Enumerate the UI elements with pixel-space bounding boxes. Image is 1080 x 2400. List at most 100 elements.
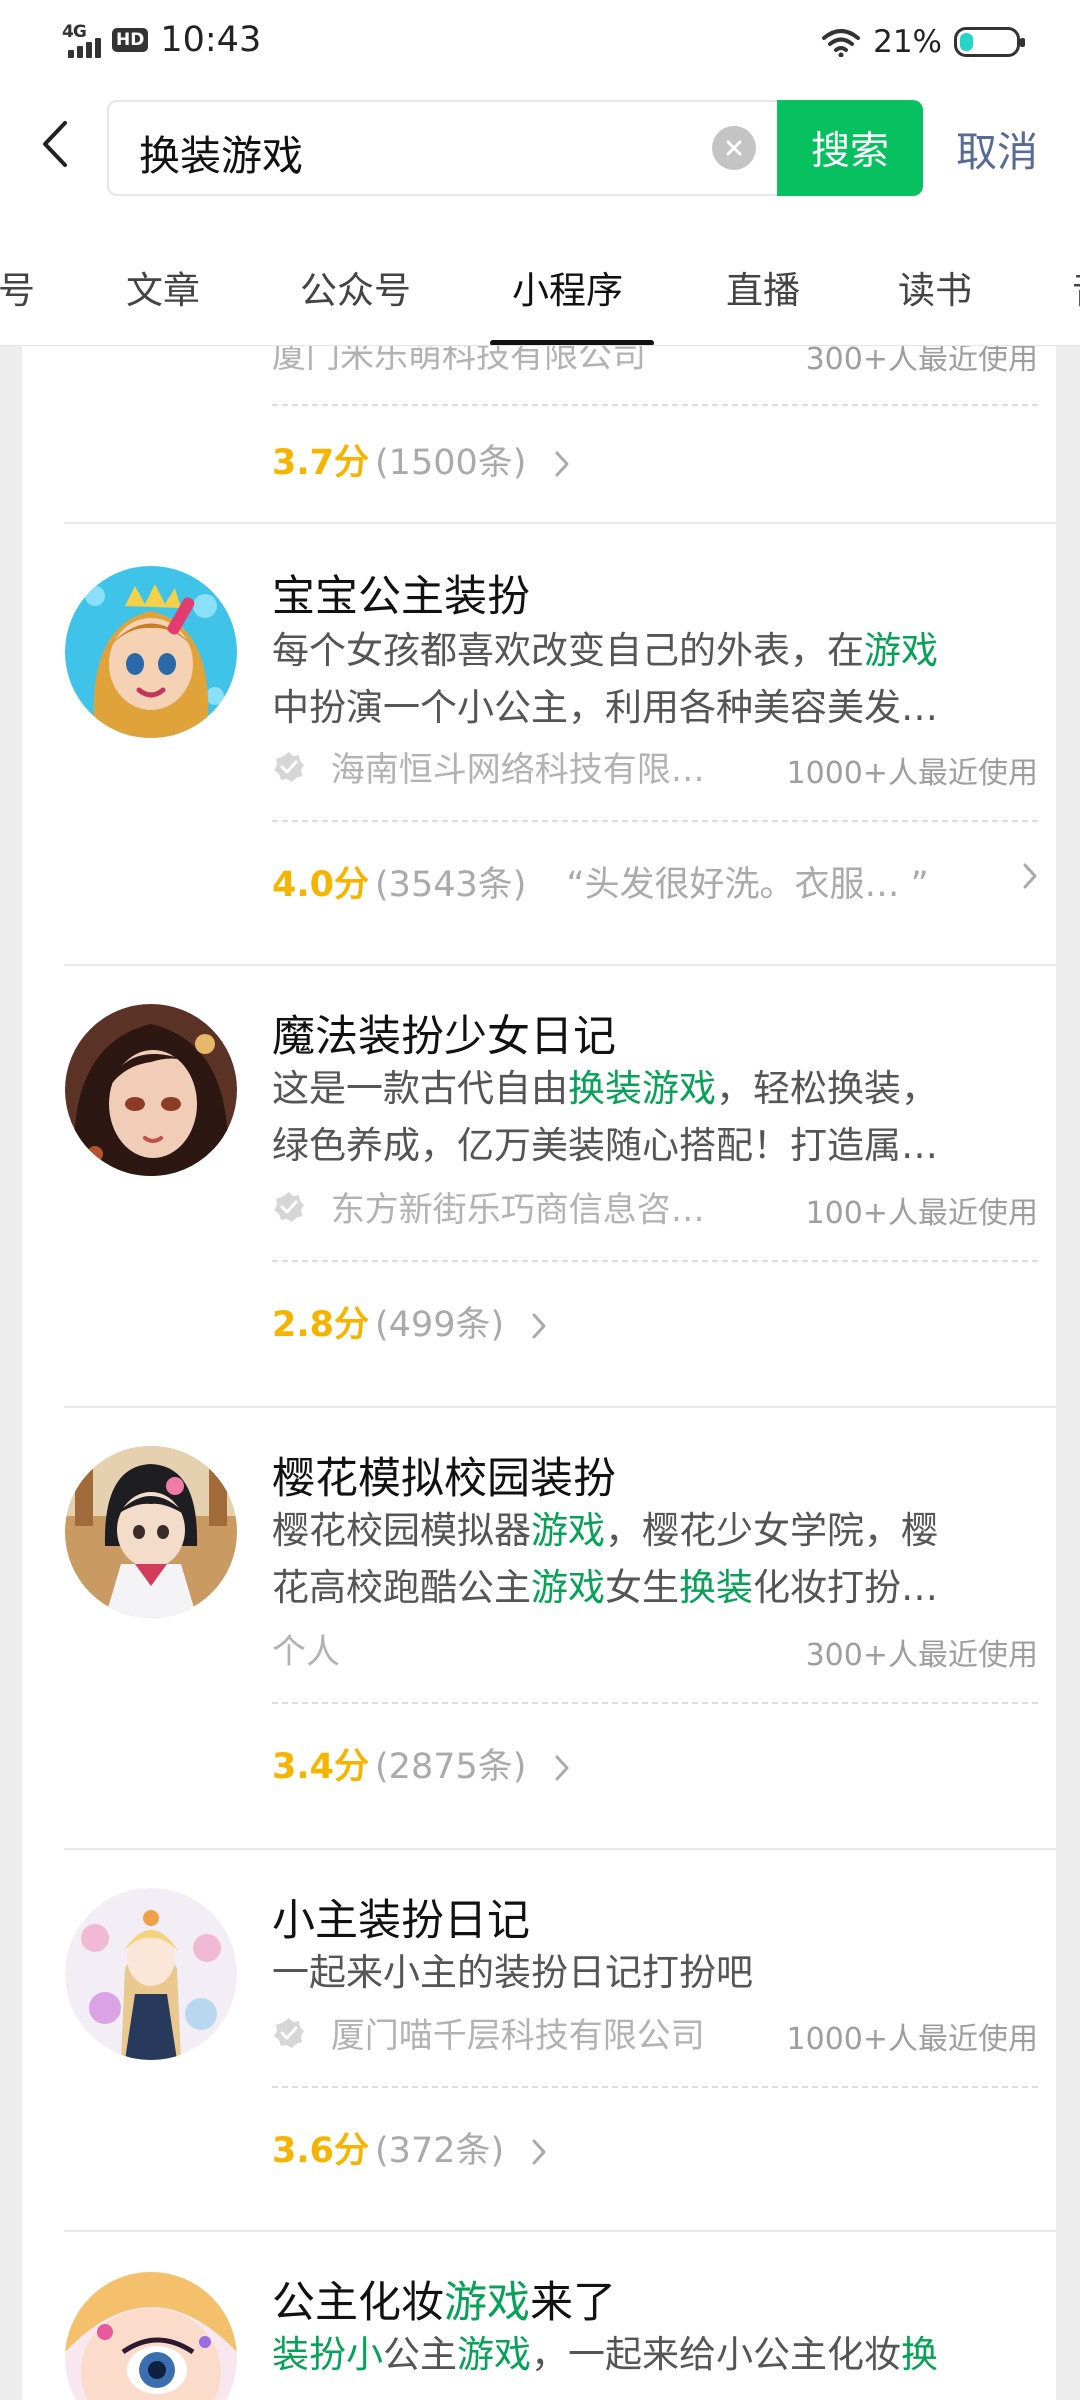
chevron-right-icon bbox=[532, 2139, 546, 2165]
dashed-divider bbox=[272, 1702, 1038, 1704]
item-meta: 厦门米乐萌科技有限公司 300+人最近使用 bbox=[272, 346, 1038, 378]
results-list: 厦门米乐萌科技有限公司 300+人最近使用 3.7分(1500条) 宝宝公主装 bbox=[22, 346, 1056, 2400]
rating-score: 4.0分 bbox=[272, 865, 370, 905]
desc-highlight: 游戏 bbox=[531, 1509, 605, 1552]
rating-score: 3.7分 bbox=[272, 443, 370, 483]
rating[interactable]: 3.7分 (1500条) bbox=[272, 434, 1038, 484]
dashed-divider bbox=[272, 2086, 1038, 2088]
search-input[interactable]: 换装游戏 bbox=[107, 100, 777, 196]
chevron-right-icon bbox=[555, 1755, 569, 1781]
tab-reading[interactable]: 读书 bbox=[898, 260, 972, 314]
app-avatar bbox=[65, 1446, 237, 1618]
review-quote: “头发很好洗。衣服… ” bbox=[566, 865, 929, 905]
desc-highlight: 游戏 bbox=[531, 1566, 605, 1609]
app-description: 一起来小主的装扮日记打扮吧 bbox=[272, 1944, 1038, 2001]
developer-name: 东方新街乐巧商信息咨… bbox=[330, 1190, 705, 1230]
rating[interactable]: 2.8分 (499条) bbox=[272, 1296, 1038, 1346]
tab-account-partial[interactable]: 号 bbox=[0, 260, 35, 314]
rating[interactable]: 3.4分 (2875条) bbox=[272, 1738, 1038, 1788]
desc-highlight: 换 bbox=[901, 2333, 938, 2376]
rating-score: 2.8分 bbox=[272, 1305, 370, 1345]
dashed-divider bbox=[272, 404, 1038, 406]
tab-official-accounts[interactable]: 公众号 bbox=[300, 260, 411, 314]
list-item[interactable]: 公主化妆游戏来了 装扮小公主游戏，一起来给小公主化妆换 bbox=[22, 2232, 1056, 2400]
chevron-right-icon bbox=[532, 1313, 546, 1339]
rating[interactable]: 4.0分 (3543条) “头发很好洗。衣服… ” bbox=[272, 856, 1038, 906]
desc-text: 这是一款古代自由 bbox=[272, 1067, 568, 1110]
desc-text: 中扮演一个小公主，利用各种美容美发… bbox=[272, 686, 938, 729]
clear-icon[interactable] bbox=[712, 126, 756, 170]
usage-count: 1000+人最近使用 bbox=[786, 756, 1038, 791]
desc-highlight: 换装 bbox=[679, 1566, 753, 1609]
back-button[interactable] bbox=[30, 114, 80, 174]
desc-text: 花高校跑酷公主 bbox=[272, 1566, 531, 1609]
usage-count: 100+人最近使用 bbox=[805, 1196, 1038, 1231]
list-item[interactable]: 小主装扮日记 一起来小主的装扮日记打扮吧 厦门喵千层科技有限公司 1000+人最… bbox=[22, 1850, 1056, 2232]
search-button[interactable]: 搜索 bbox=[777, 100, 923, 196]
desc-highlight: 游戏 bbox=[864, 629, 938, 672]
app-avatar bbox=[65, 1888, 237, 2060]
item-meta: 东方新街乐巧商信息咨… 100+人最近使用 bbox=[272, 1182, 1038, 1232]
status-right: 21% bbox=[821, 24, 1025, 60]
app-avatar bbox=[65, 1004, 237, 1176]
battery-percent: 21% bbox=[873, 24, 942, 60]
desc-text: 公主 bbox=[383, 2333, 457, 2376]
usage-count: 300+人最近使用 bbox=[805, 346, 1038, 377]
list-item[interactable]: 宝宝公主装扮 每个女孩都喜欢改变自己的外表，在游戏 中扮演一个小公主，利用各种美… bbox=[22, 524, 1056, 966]
tab-articles[interactable]: 文章 bbox=[126, 260, 200, 314]
signal-icon: 4G bbox=[62, 22, 108, 58]
list-item[interactable]: 樱花模拟校园装扮 樱花校园模拟器游戏，樱花少女学院，樱 花高校跑酷公主游戏女生换… bbox=[22, 1408, 1056, 1850]
name-text: 公主化妆 bbox=[272, 2278, 444, 2328]
verified-icon bbox=[274, 751, 304, 782]
tab-live[interactable]: 直播 bbox=[726, 260, 800, 314]
desc-highlight: 装扮 bbox=[272, 2333, 346, 2376]
desc-text: 一起来小主的装扮日记打扮吧 bbox=[272, 1951, 753, 1994]
verified-icon bbox=[274, 2017, 304, 2048]
developer-name: 海南恒斗网络科技有限… bbox=[330, 750, 705, 790]
app-description: 装扮小公主游戏，一起来给小公主化妆换 bbox=[272, 2326, 1038, 2383]
app-description: 每个女孩都喜欢改变自己的外表，在游戏 中扮演一个小公主，利用各种美容美发… bbox=[272, 622, 1038, 736]
tab-music-partial[interactable]: 音 bbox=[1072, 260, 1080, 314]
desc-text: ，轻松换装， bbox=[716, 1067, 938, 1110]
tab-bar: 号 文章 公众号 小程序 直播 读书 音 bbox=[0, 208, 1080, 346]
battery-icon bbox=[954, 27, 1025, 57]
desc-text: 绿色养成，亿万美装随心搭配！打造属… bbox=[272, 1124, 938, 1167]
chevron-right-icon bbox=[1023, 863, 1037, 889]
chevron-left-icon bbox=[43, 121, 67, 167]
cancel-button[interactable]: 取消 bbox=[956, 118, 1038, 178]
item-meta: 厦门喵千层科技有限公司 1000+人最近使用 bbox=[272, 2008, 1038, 2058]
list-item[interactable]: 魔法装扮少女日记 这是一款古代自由换装游戏，轻松换装， 绿色养成，亿万美装随心搭… bbox=[22, 966, 1056, 1408]
rating[interactable]: 3.6分 (372条) bbox=[272, 2122, 1038, 2172]
desc-text: 女生 bbox=[605, 1566, 679, 1609]
rating-score: 3.6分 bbox=[272, 2131, 370, 2171]
desc-highlight: 小 bbox=[346, 2333, 383, 2376]
rating-count: (1500条) bbox=[375, 443, 527, 483]
name-text: 来了 bbox=[530, 2278, 616, 2328]
dashed-divider bbox=[272, 1260, 1038, 1262]
list-item[interactable]: 厦门米乐萌科技有限公司 300+人最近使用 3.7分 (1500条) bbox=[22, 346, 1056, 524]
app-description: 樱花校园模拟器游戏，樱花少女学院，樱 花高校跑酷公主游戏女生换装化妆打扮… bbox=[272, 1502, 1038, 1616]
desc-text: ，一起来给小公主化妆 bbox=[531, 2333, 901, 2376]
app-name: 樱花模拟校园装扮 bbox=[272, 1454, 616, 1504]
name-highlight: 游戏 bbox=[444, 2278, 530, 2328]
app-name: 魔法装扮少女日记 bbox=[272, 1012, 616, 1062]
app-avatar bbox=[65, 2272, 237, 2400]
verified-icon bbox=[274, 1191, 304, 1222]
rating-count: (499条) bbox=[375, 1305, 505, 1345]
rating-count: (2875条) bbox=[375, 1747, 527, 1787]
app-name: 公主化妆游戏来了 bbox=[272, 2268, 616, 2330]
search-query: 换装游戏 bbox=[139, 132, 303, 180]
app-avatar bbox=[65, 566, 237, 738]
clock: 10:43 bbox=[160, 20, 262, 60]
app-name: 小主装扮日记 bbox=[272, 1896, 530, 1946]
desc-text: 化妆打扮… bbox=[753, 1566, 938, 1609]
rating-score: 3.4分 bbox=[272, 1747, 370, 1787]
item-meta: 个人 300+人最近使用 bbox=[272, 1624, 1038, 1674]
tab-mini-programs[interactable]: 小程序 bbox=[512, 260, 623, 314]
status-left: 4G HD 10:43 bbox=[62, 20, 261, 60]
hd-badge: HD bbox=[112, 28, 149, 52]
desc-text: 每个女孩都喜欢改变自己的外表，在 bbox=[272, 629, 864, 672]
app-description: 这是一款古代自由换装游戏，轻松换装， 绿色养成，亿万美装随心搭配！打造属… bbox=[272, 1060, 1038, 1174]
desc-text: ，樱花少女学院，樱 bbox=[605, 1509, 938, 1552]
search-row: 换装游戏 搜索 取消 bbox=[0, 84, 1080, 208]
